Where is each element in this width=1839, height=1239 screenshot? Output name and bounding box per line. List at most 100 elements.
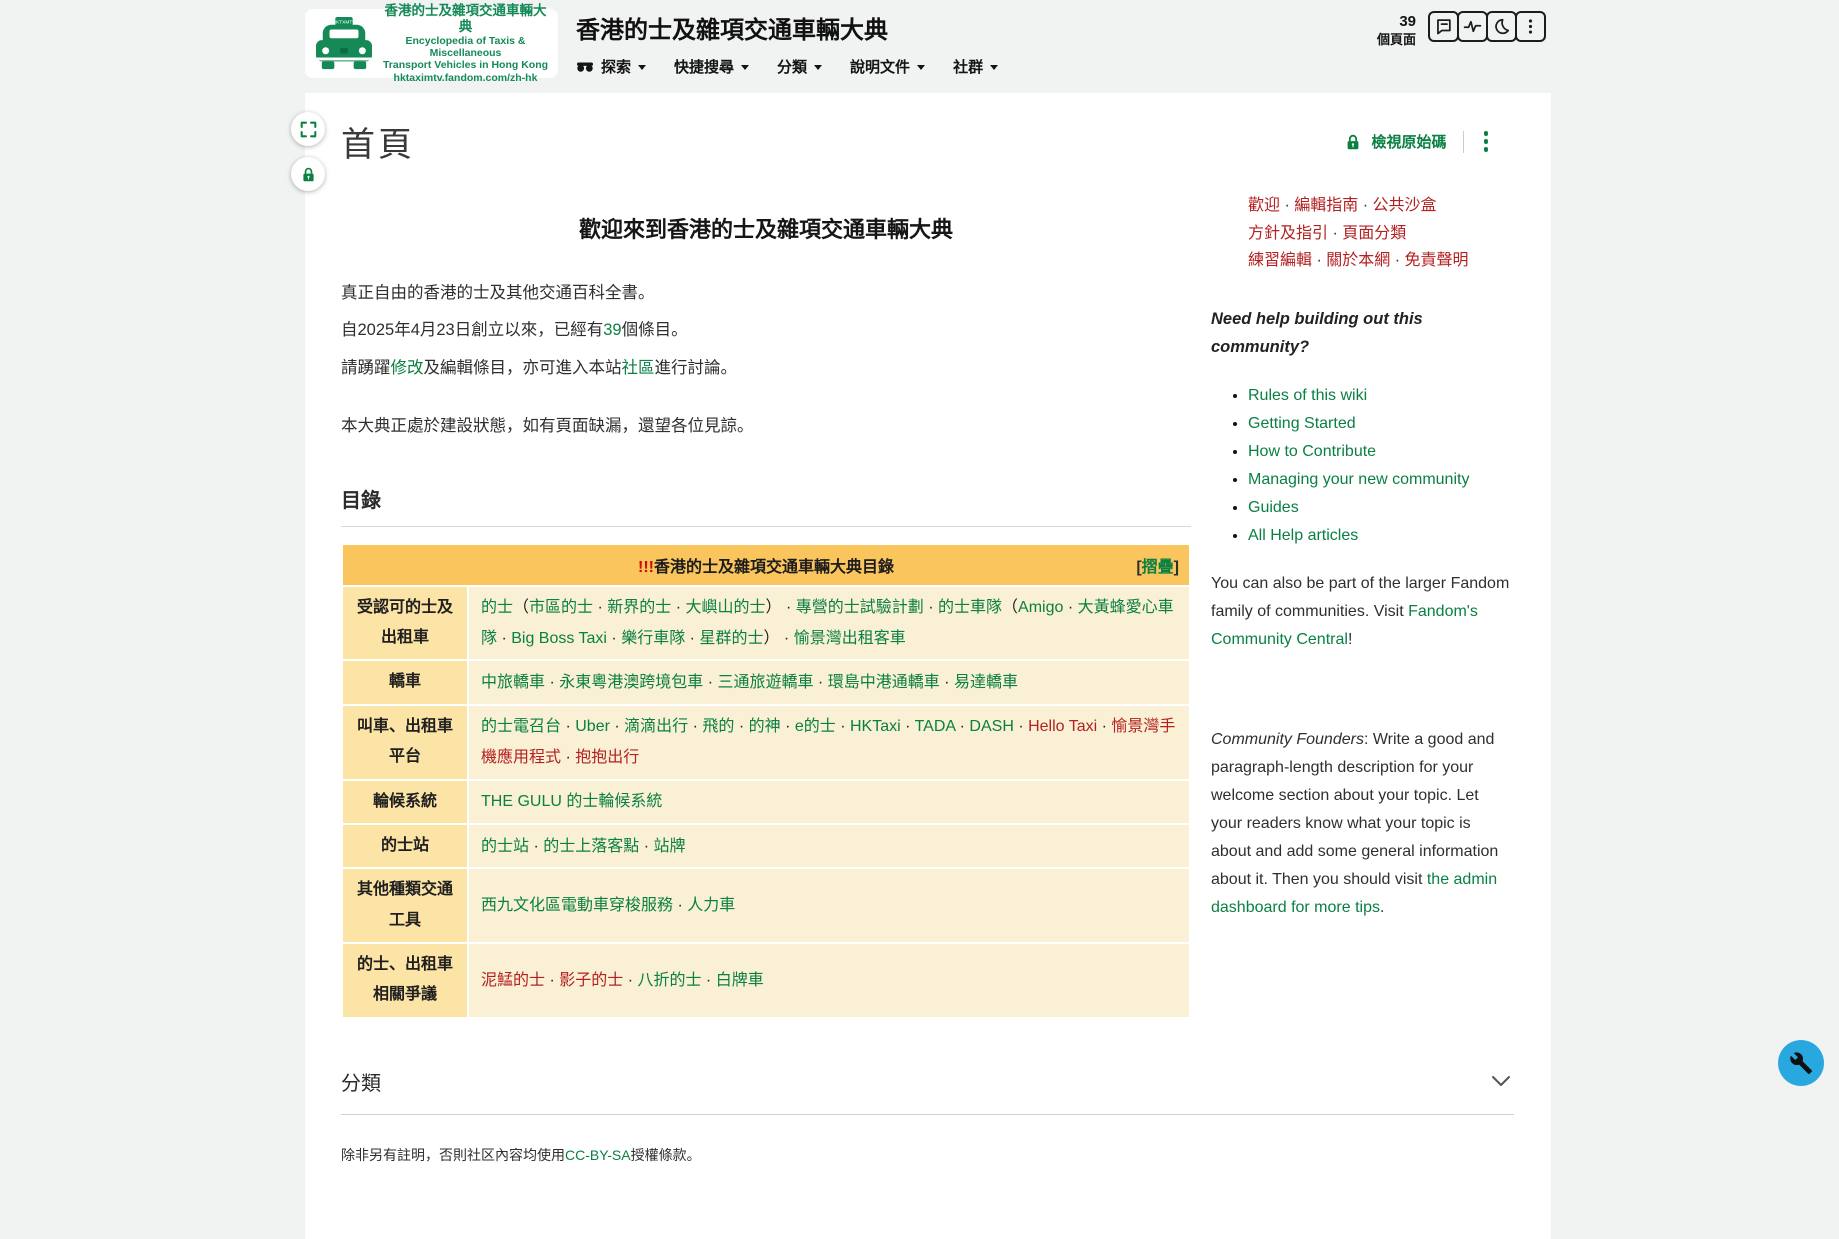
wiki-link[interactable]: Uber <box>575 718 610 735</box>
page-more-options-button[interactable] <box>1480 127 1493 156</box>
help-links-list: Rules of this wiki Getting Started How t… <box>1211 382 1514 550</box>
wiki-link[interactable]: 滴滴出行 <box>624 718 688 735</box>
wiki-link[interactable]: 影子的士 <box>559 972 623 989</box>
community-help-question: Need help building out this community? <box>1211 309 1423 357</box>
wiki-link[interactable]: 專營的士試驗計劃 <box>796 599 924 616</box>
toc-row-content: 中旅轎車 · 永東粵港澳跨境包車 · 三通旅遊轎車 · 環島中港通轎車 · 易達… <box>469 661 1189 704</box>
text-segment: · <box>1063 598 1078 616</box>
expand-page-button[interactable] <box>291 112 325 146</box>
nav-item-explore[interactable]: 探索 <box>576 56 647 77</box>
wiki-link[interactable]: 星群的士 <box>699 630 763 647</box>
wiki-link[interactable]: CC-BY-SA <box>565 1147 631 1163</box>
nav-item-categories[interactable]: 分類 <box>777 56 823 77</box>
wiki-link[interactable]: 的神 <box>749 718 781 735</box>
chevron-down-icon <box>917 65 926 70</box>
help-link[interactable]: Getting Started <box>1248 415 1356 432</box>
wiki-link[interactable]: 的士站 <box>481 838 529 855</box>
wiki-link[interactable]: 大嶼山的士 <box>686 599 766 616</box>
protected-page-button[interactable] <box>291 157 325 191</box>
nav-item-community[interactable]: 社群 <box>953 56 999 77</box>
wiki-link[interactable]: 三通旅遊轎車 <box>717 674 813 691</box>
help-link-item: Guides <box>1248 494 1514 522</box>
wiki-link[interactable]: 永東粵港澳跨境包車 <box>559 674 703 691</box>
wiki-link[interactable]: 站牌 <box>653 838 685 855</box>
wiki-link[interactable]: 易達轎車 <box>954 674 1018 691</box>
wiki-link[interactable]: 關於本網 <box>1326 252 1390 269</box>
wiki-link[interactable]: 抱抱出行 <box>575 749 639 766</box>
text-segment: · <box>703 673 718 691</box>
help-link[interactable]: Managing your new community <box>1248 471 1469 488</box>
wiki-link[interactable]: 八折的士 <box>637 972 701 989</box>
wiki-link[interactable]: 社區 <box>622 359 655 377</box>
wiki-link[interactable]: 白牌車 <box>716 972 764 989</box>
wiki-link[interactable]: DASH <box>969 718 1013 735</box>
text-segment: · <box>529 837 544 855</box>
text-segment: · <box>606 629 622 647</box>
wiki-link[interactable]: 樂行車隊 <box>621 630 685 647</box>
dark-mode-button[interactable] <box>1486 11 1517 42</box>
wiki-link[interactable]: e的士 <box>795 718 836 735</box>
text-segment: · <box>545 971 560 989</box>
nav-item-quick-search[interactable]: 快捷搜尋 <box>674 56 750 77</box>
wiki-link[interactable]: 新界的士 <box>607 599 671 616</box>
wiki-link[interactable]: 的士 <box>481 599 513 616</box>
help-link[interactable]: How to Contribute <box>1248 443 1376 460</box>
toc-collapse-link[interactable]: [摺疊] <box>1136 553 1179 577</box>
main-column: 歡迎來到香港的士及雜項交通車輛大典 真正自由的香港的士及其他交通百科全書。 自2… <box>341 176 1191 1019</box>
toc-row-content: THE GULU 的士輪候系統 <box>469 780 1189 823</box>
wiki-link[interactable]: 練習編輯 <box>1248 252 1312 269</box>
text-segment: · <box>673 897 688 915</box>
wiki-link[interactable]: 的士車隊 <box>938 599 1002 616</box>
page-count-number: 39 <box>1399 13 1416 30</box>
wiki-link[interactable]: 西九文化區電動車穿梭服務 <box>481 897 673 914</box>
wiki-link[interactable]: HKTaxi <box>850 718 901 735</box>
view-source-button[interactable]: 檢視原始碼 <box>1344 131 1447 152</box>
license-footer: 除非另有註明，否則社区內容均使用CC-BY-SA授權條款。 <box>341 1145 1514 1165</box>
text-segment: · <box>1280 197 1295 214</box>
explore-goggles-icon <box>576 60 594 73</box>
wiki-link[interactable]: 飛的 <box>702 718 734 735</box>
wiki-link[interactable]: 摺疊 <box>1142 559 1174 576</box>
wiki-link[interactable]: 歡迎 <box>1248 197 1280 214</box>
wiki-link[interactable]: Amigo <box>1018 599 1063 616</box>
wiki-link[interactable]: 公共沙盒 <box>1372 197 1436 214</box>
wiki-tools-button[interactable] <box>1778 1040 1824 1086</box>
wiki-link[interactable]: Hello Taxi <box>1028 718 1097 735</box>
site-logo[interactable]: HKTXMTV 香港的士及雜項交通車輛大典 Encyclopedia of Ta… <box>305 3 558 84</box>
wiki-link[interactable]: THE GULU 的士輪候系統 <box>481 793 662 810</box>
help-link[interactable]: All Help articles <box>1248 527 1358 544</box>
more-options-button[interactable] <box>1515 11 1546 42</box>
categories-expand-button[interactable] <box>1488 1071 1514 1091</box>
wiki-link[interactable]: 泥鯭的士 <box>481 972 545 989</box>
text-segment: ] <box>1173 558 1179 576</box>
wiki-link[interactable]: 頁面分類 <box>1342 225 1406 242</box>
nav-item-help-docs[interactable]: 說明文件 <box>850 56 926 77</box>
text-segment: · <box>593 598 608 616</box>
wiki-link[interactable]: Big Boss Taxi <box>511 630 607 647</box>
wiki-link[interactable]: 環島中港通轎車 <box>828 674 940 691</box>
wiki-link[interactable]: 中旅轎車 <box>481 674 545 691</box>
discussions-button[interactable] <box>1428 11 1459 42</box>
wiki-link[interactable]: 方針及指引 <box>1248 225 1328 242</box>
toc-row: 的士、出租車相關爭議 泥鯭的士 · 影子的士 · 八折的士 · 白牌車 <box>343 944 1189 1017</box>
logo-line-3: Transport Vehicles in Hong Kong <box>382 59 549 72</box>
toc-row: 轎車 中旅轎車 · 永東粵港澳跨境包車 · 三通旅遊轎車 · 環島中港通轎車 ·… <box>343 661 1189 704</box>
wiki-link[interactable]: TADA <box>915 718 956 735</box>
wiki-link[interactable]: 市區的士 <box>529 599 593 616</box>
wiki-link[interactable]: 愉景灣出租客車 <box>794 630 906 647</box>
text-segment: · <box>623 971 638 989</box>
wiki-link[interactable]: 的士電召台 <box>481 718 561 735</box>
wiki-link[interactable]: 39 <box>603 321 621 339</box>
help-link-item: Rules of this wiki <box>1248 382 1514 410</box>
wiki-link[interactable]: 編輯指南 <box>1294 197 1358 214</box>
wiki-link[interactable]: 修改 <box>391 359 424 377</box>
help-link[interactable]: Rules of this wiki <box>1248 387 1367 404</box>
activity-button[interactable] <box>1457 11 1488 42</box>
wiki-link[interactable]: 免責聲明 <box>1404 252 1468 269</box>
wiki-link[interactable]: 人力車 <box>687 897 735 914</box>
text-segment: · <box>561 749 576 767</box>
help-link[interactable]: Guides <box>1248 499 1299 516</box>
wiki-link[interactable]: 的士上落客點 <box>543 838 639 855</box>
text-segment: · <box>900 717 915 735</box>
sidebar-link-row: 歡迎 · 編輯指南 · 公共沙盒 <box>1248 192 1514 220</box>
